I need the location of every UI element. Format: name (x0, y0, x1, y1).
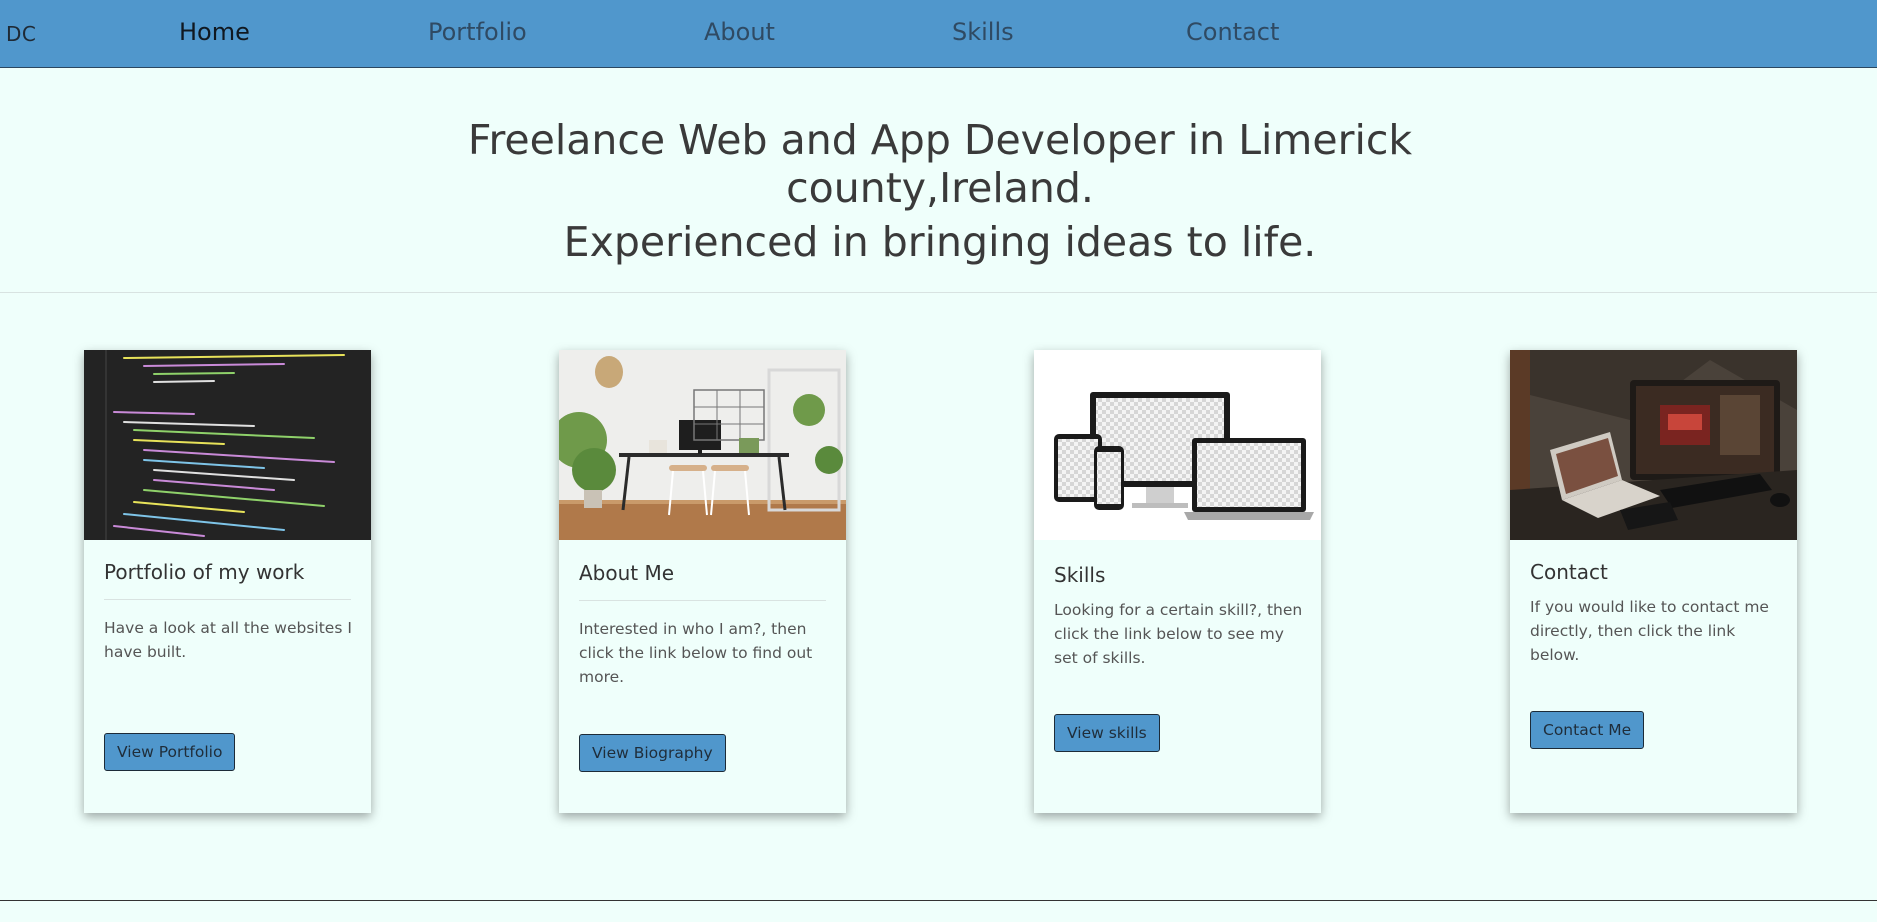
responsive-devices-image (1034, 350, 1321, 540)
card-divider (104, 599, 351, 600)
nav-home[interactable]: Home (179, 18, 250, 46)
card-text: If you would like to contact me directly… (1530, 598, 1769, 664)
nav-skills[interactable]: Skills (952, 18, 1014, 46)
brand-logo[interactable]: DC (6, 22, 36, 46)
navbar: DC Home Portfolio About Skills Contact (0, 0, 1877, 68)
card-text: Interested in who I am?, then click the … (579, 620, 813, 686)
nav-portfolio[interactable]: Portfolio (428, 18, 527, 46)
card-title: Portfolio of my work (104, 560, 305, 584)
hero-section: Freelance Web and App Developer in Limer… (0, 68, 1877, 293)
contact-me-button[interactable]: Contact Me (1530, 711, 1645, 749)
card-portfolio: Portfolio of my work Have a look at all … (84, 350, 371, 813)
view-skills-button[interactable]: View skills (1054, 714, 1160, 752)
card-about: About Me Interested in who I am?, then c… (559, 350, 846, 813)
nav-contact[interactable]: Contact (1186, 18, 1279, 46)
hero-subtitle: Experienced in bringing ideas to life. (563, 218, 1317, 266)
card-divider (579, 600, 826, 601)
card-skills: Skills Looking for a certain skill?, the… (1034, 350, 1321, 813)
card-contact: Contact If you would like to contact me … (1510, 350, 1797, 813)
nav-about[interactable]: About (704, 18, 775, 46)
hero-title: Freelance Web and App Developer in Limer… (467, 116, 1413, 212)
card-title: About Me (579, 561, 675, 585)
card-title: Contact (1530, 560, 1608, 584)
view-portfolio-button[interactable]: View Portfolio (104, 733, 236, 771)
footer-divider (0, 900, 1877, 901)
card-title: Skills (1054, 563, 1106, 587)
card-text: Looking for a certain skill?, then click… (1054, 601, 1303, 667)
card-text: Have a look at all the websites I have b… (104, 619, 352, 661)
code-editor-image (84, 350, 371, 540)
view-biography-button[interactable]: View Biography (579, 734, 726, 772)
desk-workspace-image (559, 350, 846, 540)
laptop-desk-image (1510, 350, 1797, 540)
